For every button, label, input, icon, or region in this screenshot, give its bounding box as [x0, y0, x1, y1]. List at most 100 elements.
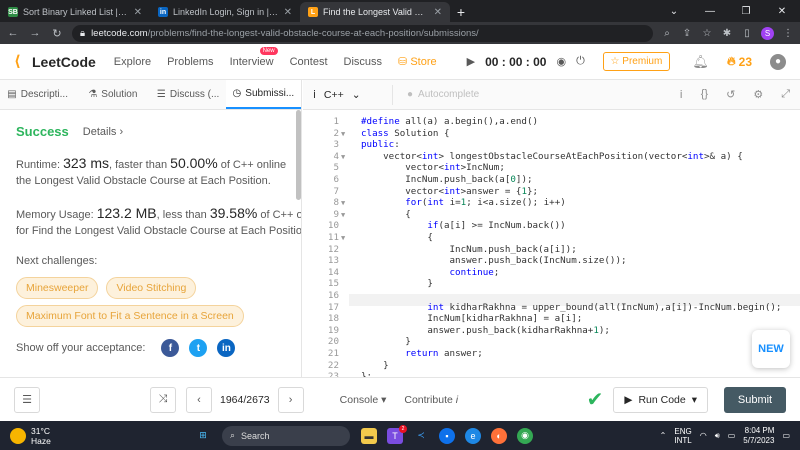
weather-widget[interactable]: 31°C Haze: [0, 426, 190, 446]
share-icon[interactable]: ⇪: [681, 28, 693, 39]
nav-discuss[interactable]: Discuss: [344, 56, 383, 68]
challenge-chip[interactable]: Video Stitching: [106, 277, 197, 299]
notifications-icon[interactable]: ▭: [782, 431, 790, 440]
weather-temp: 31°C: [31, 425, 50, 436]
code-line: #define all(a) a.begin(),a.end(): [361, 116, 539, 127]
tab-submissions[interactable]: ◷ Submissi...: [225, 80, 301, 109]
new-tab-button[interactable]: +: [450, 2, 472, 22]
tab-description[interactable]: ▤ Descripti...: [0, 80, 75, 109]
firefox-icon[interactable]: ◐: [491, 427, 507, 444]
forward-icon[interactable]: →: [28, 27, 42, 39]
tab-label: Solution: [101, 89, 138, 100]
minimize-icon[interactable]: —: [692, 0, 728, 22]
gfg-favicon-icon: SB: [8, 7, 18, 17]
memory-stat: Memory Usage: 123.2 MB, less than 39.58%…: [16, 205, 301, 239]
tab-discuss[interactable]: ☰ Discuss (...: [151, 80, 226, 109]
facebook-icon[interactable]: f: [161, 339, 180, 357]
premium-button[interactable]: ☆ Premium: [602, 52, 671, 71]
code-line: {: [361, 232, 433, 243]
close-icon[interactable]: ✕: [284, 7, 292, 18]
tab-title: Sort Binary Linked List | Interview: [23, 7, 129, 17]
left-scrollbar[interactable]: [296, 110, 301, 200]
tab-title: Find the Longest Valid Obstacle: [323, 7, 429, 17]
fold-chevron-icon[interactable]: ▼: [341, 153, 345, 161]
code-area[interactable]: 1 #define all(a) a.begin(),a.end() 2 ▼ class…: [303, 110, 800, 377]
run-code-button[interactable]: ▶ Run Code ▾: [613, 386, 708, 413]
problem-list-button[interactable]: ☰: [14, 386, 40, 413]
tab-solution[interactable]: ⚗ Solution: [75, 80, 150, 109]
fold-chevron-icon[interactable]: ▼: [341, 211, 345, 219]
leetcode-logo[interactable]: ⟨ LeetCode: [14, 53, 96, 70]
zoom-app-icon[interactable]: ▪: [439, 427, 455, 444]
close-window-icon[interactable]: ✕: [764, 0, 800, 22]
windows-start-icon[interactable]: ⊞: [195, 428, 211, 444]
settings-icon[interactable]: ⚙: [753, 88, 763, 101]
tab-search-icon[interactable]: ⌄: [656, 0, 692, 22]
prev-problem-button[interactable]: ‹: [186, 386, 212, 413]
close-icon[interactable]: ✕: [134, 7, 142, 18]
streak-counter[interactable]: 🔥︎ 23: [727, 54, 752, 69]
console-button[interactable]: Console ▾: [340, 394, 387, 406]
details-link[interactable]: Details ›: [83, 126, 123, 138]
submit-button[interactable]: Submit: [724, 386, 786, 413]
teams-icon[interactable]: T2: [387, 424, 407, 444]
power-icon[interactable]: ⏻: [576, 55, 585, 68]
reset-icon[interactable]: ↺: [726, 88, 735, 101]
linkedin-icon[interactable]: in: [217, 339, 236, 357]
clock[interactable]: 8:04 PM 5/7/2023: [743, 426, 774, 446]
vscode-icon[interactable]: ≺: [413, 428, 429, 444]
reload-icon[interactable]: ↻: [50, 27, 64, 40]
zoom-icon[interactable]: ⌕: [661, 28, 673, 39]
fold-chevron-icon[interactable]: ▼: [341, 130, 345, 138]
nav-explore[interactable]: Explore: [114, 56, 151, 68]
nav-store[interactable]: ⛁ Store: [398, 55, 437, 68]
file-explorer-icon[interactable]: ▬: [361, 427, 377, 444]
memory-suffix: of C++ o: [257, 209, 302, 221]
autocomplete-toggle[interactable]: ● Autocomplete: [407, 89, 479, 100]
maximize-icon[interactable]: ❐: [728, 0, 764, 22]
volume-icon[interactable]: 🔊︎: [715, 431, 720, 441]
new-feature-button[interactable]: NEW: [752, 330, 790, 368]
close-icon[interactable]: ✕: [434, 7, 442, 18]
nav-contest[interactable]: Contest: [290, 56, 328, 68]
nav-interview[interactable]: Interview New: [230, 46, 278, 68]
nav-problems[interactable]: Problems: [167, 56, 213, 68]
sidebar-icon[interactable]: ▯: [741, 28, 753, 39]
language-select[interactable]: ⅰ C++ ⌄: [313, 84, 393, 105]
chrome-icon[interactable]: ◉: [517, 427, 533, 444]
contribute-button[interactable]: Contribute i: [404, 394, 458, 406]
menu-icon[interactable]: ⋮: [782, 28, 794, 39]
eye-icon[interactable]: ◉: [556, 55, 566, 68]
fullscreen-icon[interactable]: ⤢: [781, 88, 790, 101]
back-icon[interactable]: ←: [6, 27, 20, 39]
line-number: 13: [327, 255, 339, 267]
challenge-chip[interactable]: Minesweeper: [16, 277, 99, 299]
next-problem-button[interactable]: ›: [277, 386, 304, 413]
chevron-up-icon[interactable]: ⌃: [660, 431, 667, 440]
wifi-icon[interactable]: ◠: [700, 431, 707, 440]
challenge-chip[interactable]: Maximum Font to Fit a Sentence in a Scre…: [16, 305, 244, 327]
browser-tab-3[interactable]: L Find the Longest Valid Obstacle ✕: [300, 2, 450, 22]
profile-avatar[interactable]: S: [761, 26, 774, 40]
battery-icon[interactable]: ▭: [728, 431, 736, 440]
user-avatar[interactable]: ●: [770, 53, 786, 70]
bell-icon[interactable]: 🔔︎: [692, 54, 709, 70]
fold-chevron-icon[interactable]: ▼: [341, 234, 345, 242]
logo-text: LeetCode: [32, 53, 96, 70]
taskbar-search[interactable]: ⌕ Search: [222, 425, 350, 446]
edge-icon[interactable]: e: [465, 427, 481, 444]
star-icon[interactable]: ☆: [701, 28, 713, 39]
play-icon[interactable]: ▶: [467, 55, 475, 68]
random-problem-button[interactable]: ⤨: [150, 386, 176, 413]
extensions-icon[interactable]: ✱: [721, 28, 733, 39]
language-indicator[interactable]: ENG INTL: [674, 427, 691, 445]
fold-chevron-icon[interactable]: ▼: [341, 199, 345, 207]
info-icon[interactable]: ⅰ: [680, 88, 683, 101]
line-number: 22: [327, 359, 339, 371]
braces-icon[interactable]: {}: [701, 88, 708, 101]
weather-desc: Haze: [31, 435, 51, 446]
twitter-icon[interactable]: t: [189, 339, 208, 357]
browser-tab-1[interactable]: SB Sort Binary Linked List | Interview ✕: [0, 2, 150, 22]
url-field[interactable]: 🔒︎ leetcode.com/problems/find-the-longes…: [72, 24, 653, 42]
browser-tab-2[interactable]: in LinkedIn Login, Sign in | LinkedIn ✕: [150, 2, 300, 22]
